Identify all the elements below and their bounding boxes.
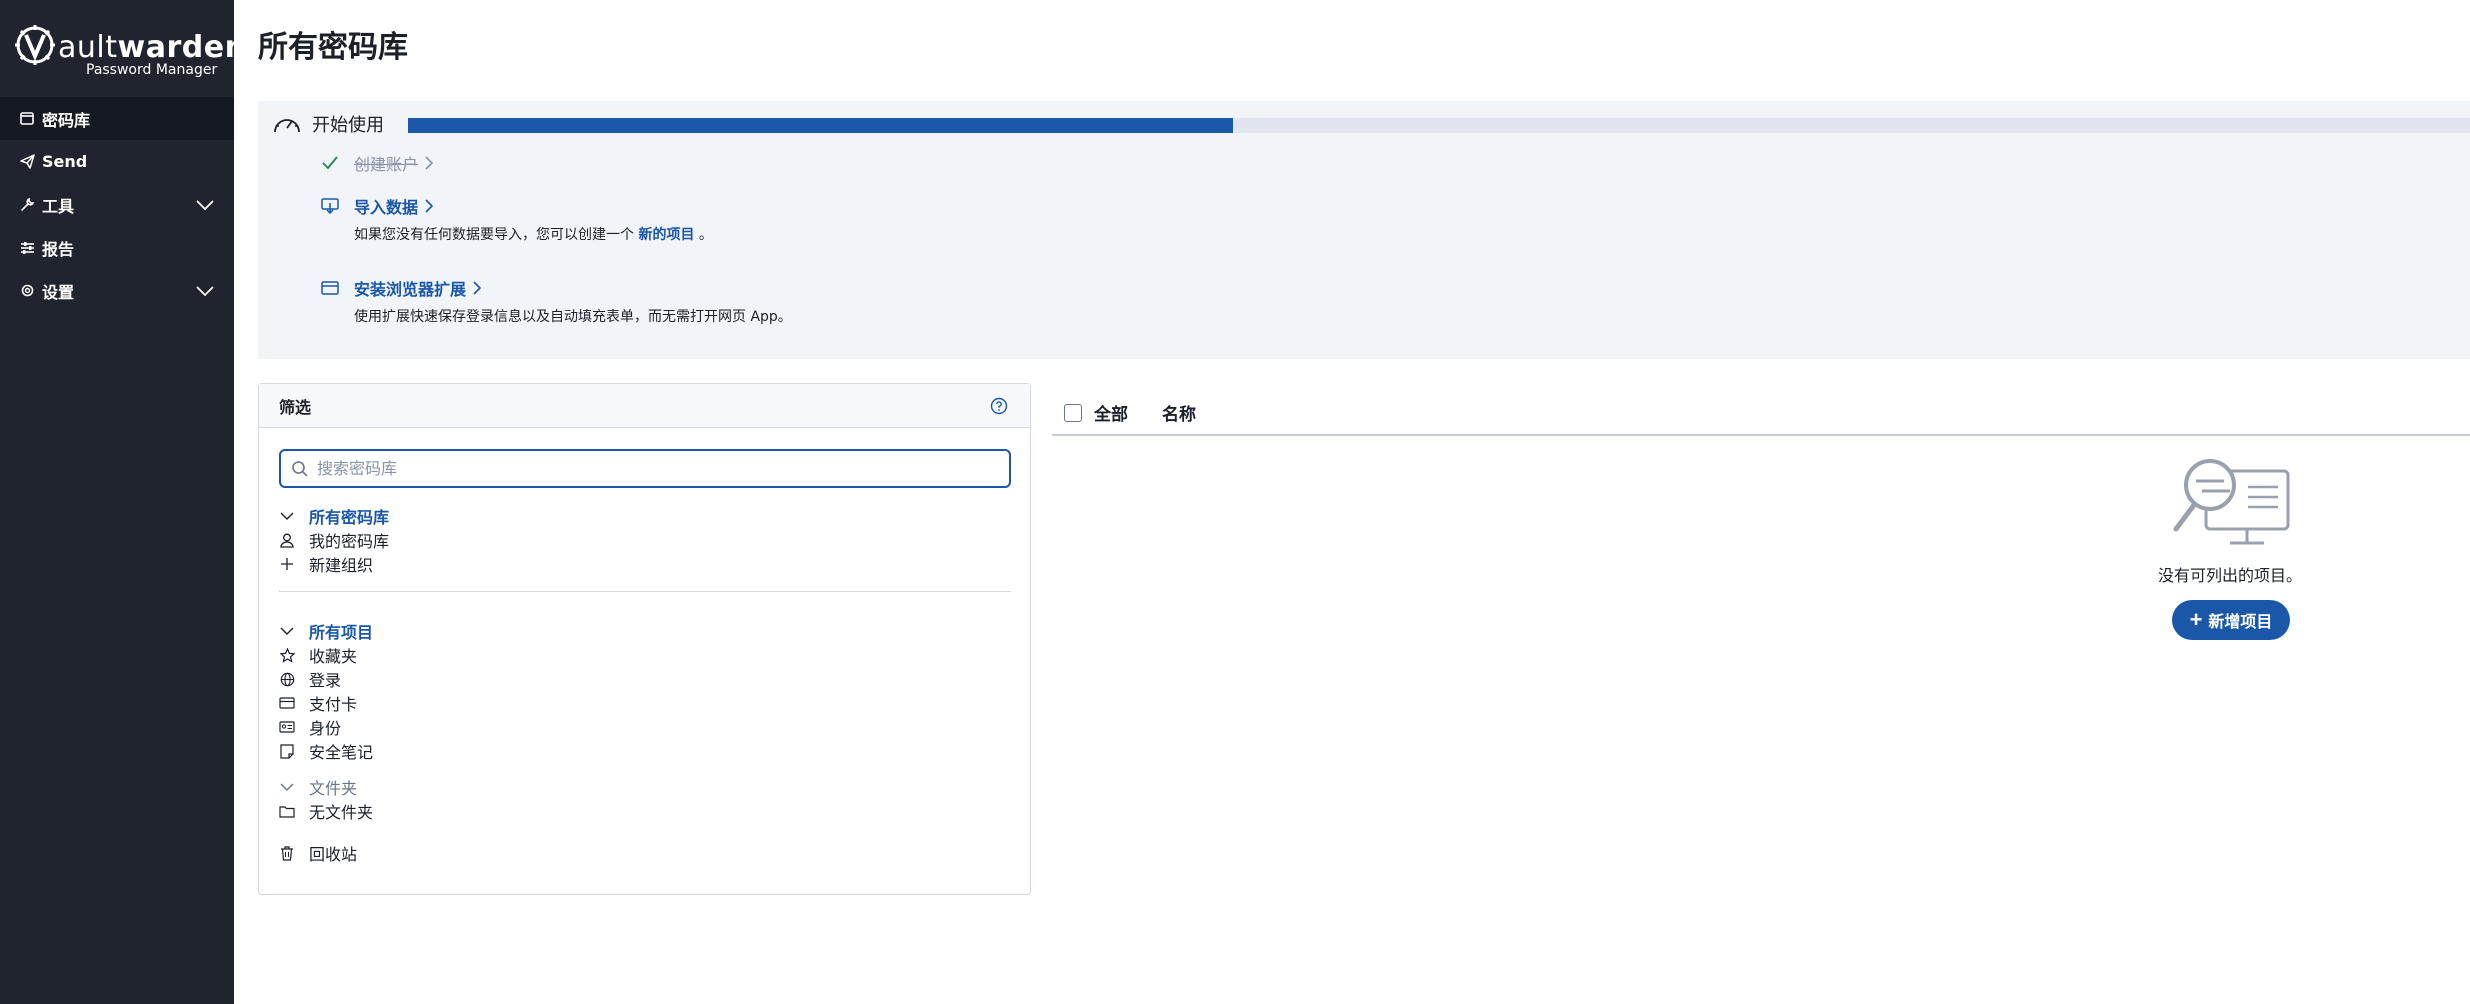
browser-icon [320,279,340,297]
filter-trash[interactable]: 回收站 [279,841,357,865]
chevron-down-icon[interactable] [279,508,295,524]
user-icon [279,532,295,548]
credit-card-icon [279,695,295,711]
filter-all-vaults[interactable]: 所有密码库 [279,504,389,528]
plus-icon: + [2189,607,2203,632]
sliders-icon [16,239,38,257]
empty-state-text: 没有可列出的项目。 [2158,566,2303,585]
filter-divider [279,591,1011,592]
task-install-extension-description: 使用扩展快速保存登录信息以及自动填充表单，而无需打开网页 App。 [354,309,792,325]
chevron-right-icon [425,156,434,170]
search-box[interactable] [279,449,1011,488]
sidebar-item-send[interactable]: Send [0,140,234,183]
chevron-down-icon[interactable] [196,285,214,297]
vault-filter-list: 所有密码库 我的密码库 新建组织 [279,504,389,576]
filter-new-organization[interactable]: 新建组织 [279,552,389,576]
new-item-link[interactable]: 新的项目 [638,227,694,243]
note-icon [279,743,295,759]
send-icon [16,153,38,171]
filter-card[interactable]: 支付卡 [279,691,373,715]
filter-title: 筛选 [279,397,312,417]
onboarding-title: 开始使用 [312,115,384,136]
star-icon [279,647,295,663]
vault-icon [16,110,38,128]
sidebar: aultwarden Password Manager 密码库 Send 工具 [0,0,246,1004]
select-all-checkbox[interactable] [1064,403,1082,422]
onboarding-progress-bar [408,118,2470,133]
task-import-data: 导入数据 如果您没有任何数据要导入，您可以创建一个 新的项目 。 [320,194,713,244]
chevron-down-icon[interactable] [196,199,214,211]
gear-icon [16,282,38,300]
onboarding-panel: 开始使用 创建账户 导入数据 如果您没有任何数据要导入，您可以创建一个 新的项目… [258,101,2470,359]
task-install-extension: 安装浏览器扩展 使用扩展快速保存登录信息以及自动填充表单，而无需打开网页 App… [320,276,792,326]
type-filter-list: 所有项目 收藏夹 登录 支付卡 身份 安全笔记 [279,619,373,763]
import-icon [320,197,340,215]
onboarding-header[interactable]: 开始使用 [272,111,384,137]
chevron-down-icon[interactable] [279,623,295,639]
task-import-data-link[interactable]: 导入数据 [354,194,418,218]
page-title: 所有密码库 [258,30,408,65]
sidebar-item-reports[interactable]: 报告 [0,226,234,269]
plus-icon [279,556,295,572]
sidebar-item-label: 密码库 [42,110,91,130]
filter-my-vault[interactable]: 我的密码库 [279,528,389,552]
filter-login[interactable]: 登录 [279,667,373,691]
chevron-right-icon [473,281,482,295]
filter-identity[interactable]: 身份 [279,715,373,739]
sidebar-item-label: Send [42,152,88,171]
task-create-account-link[interactable]: 创建账户 [354,151,418,175]
filter-folders[interactable]: 文件夹 [279,775,373,799]
task-install-extension-link[interactable]: 安装浏览器扩展 [354,276,466,300]
sidebar-item-label: 报告 [42,239,75,259]
sidebar-item-tools[interactable]: 工具 [0,183,234,226]
trash-filter: 回收站 [279,841,357,865]
gear-logo-icon [15,25,55,65]
task-create-account: 创建账户 [320,151,434,175]
speedometer-icon [274,119,300,133]
wrench-icon [16,196,38,214]
globe-icon [279,671,295,687]
chevron-right-icon [425,199,434,213]
filter-header: 筛选 [259,384,1030,428]
sidebar-item-label: 工具 [42,196,75,216]
help-icon[interactable] [990,397,1008,415]
sidebar-nav: 密码库 Send 工具 报告 设置 [0,97,234,312]
column-name[interactable]: 名称 [1162,400,1196,425]
sidebar-item-settings[interactable]: 设置 [0,269,234,312]
brand-tagline: Password Manager [86,62,218,78]
folder-filter-list: 文件夹 无文件夹 [279,775,373,823]
sidebar-item-vault[interactable]: 密码库 [0,97,234,140]
search-input[interactable] [317,459,977,478]
filter-no-folder[interactable]: 无文件夹 [279,799,373,823]
filter-secure-note[interactable]: 安全笔记 [279,739,373,763]
chevron-down-icon[interactable] [279,779,295,795]
progress-fill [408,118,1233,133]
filter-favorites[interactable]: 收藏夹 [279,643,373,667]
items-table-header: 全部 名称 [1052,391,2470,436]
brand-wordmark: aultwarden [58,30,247,65]
search-icon [292,460,308,477]
sidebar-item-label: 设置 [42,282,75,302]
id-card-icon [279,719,295,735]
vaultwarden-logo[interactable]: aultwarden Password Manager [14,24,246,80]
empty-search-illustration-icon [2173,459,2290,545]
folder-icon [279,803,295,819]
add-item-button[interactable]: + 新增项目 [2172,600,2290,640]
column-all[interactable]: 全部 [1094,400,1128,425]
filter-panel: 筛选 所有密码库 我的密码库 新建组织 所有项目 [258,383,1031,895]
filter-all-items[interactable]: 所有项目 [279,619,373,643]
task-import-data-description: 如果您没有任何数据要导入，您可以创建一个 新的项目 。 [354,227,713,243]
trash-icon [279,845,295,861]
check-icon [320,154,340,172]
